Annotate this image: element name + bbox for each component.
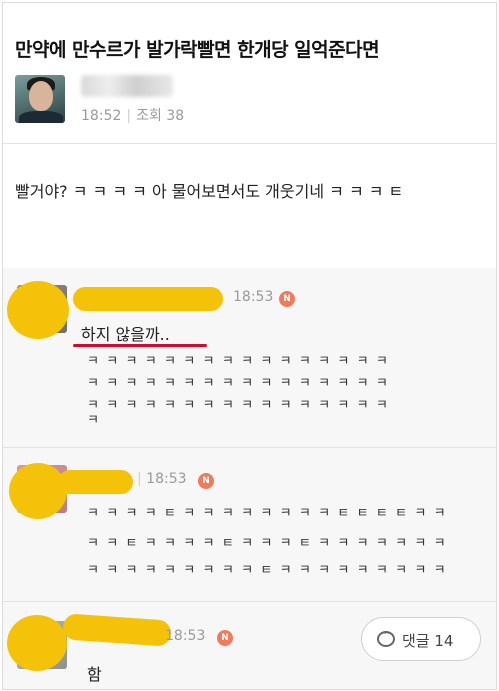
redaction-mark <box>7 281 69 339</box>
comment-bubble-icon <box>377 627 395 647</box>
comment-laugh-line: ㅋㅋㅋㅋㅌㅋㅋㅋㅋㅋㅋㅋㅋㅌㅌㅌㅌㅋㅋ <box>87 506 453 521</box>
post-container: 만약에 만수르가 발가락빨면 한개당 일억준다면 18:52 | 조회 38 빨거야… <box>2 2 497 690</box>
new-badge: N <box>279 291 295 307</box>
comment-laugh-line: ㅋㅋㅋㅋㅋㅋㅋㅋㅋㅌㅋㅋㅋㅋㅋㅋㅋㅋㅋ <box>87 563 453 578</box>
redaction-mark <box>9 463 67 519</box>
comment-laugh-line: ㅋㅋㅋㅋㅋㅋㅋㅋㅋㅋㅋㅋㅋㅋㅋㅋ <box>87 398 396 413</box>
comment-time: 18:53 <box>233 289 274 305</box>
comment-laugh-line: ㅋㅋㅋㅋㅋㅋㅋㅋㅋㅋㅋㅋㅋㅋㅋㅋ <box>87 376 396 391</box>
redaction-mark <box>7 615 67 671</box>
comment-time: | 18:53 <box>137 471 187 487</box>
comment-laugh-line: ㅋ <box>87 413 107 428</box>
comment-laugh-line: ㅋㅋㅋㅋㅋㅋㅋㅋㅋㅋㅋㅋㅋㅋㅋㅋ <box>87 354 396 369</box>
redaction-mark <box>73 287 223 311</box>
comment-count-label: 댓글 14 <box>402 632 454 650</box>
comment-text: 하지 않을까.. <box>81 325 170 344</box>
comment-time: 18:53 <box>165 628 206 644</box>
red-underline <box>73 344 207 347</box>
post-views: 조회 38 <box>136 108 185 124</box>
post-body: 빨거야? ㅋ ㅋ ㅋ ㅋ 아 물어보면서도 개웃기네 ㅋ ㅋ ㅋ ㅌ <box>15 182 404 201</box>
new-badge: N <box>217 630 233 646</box>
comment-text: 함 <box>87 665 102 684</box>
post-time: 18:52 <box>81 108 122 124</box>
divider <box>3 601 496 602</box>
post-meta: 18:52 | 조회 38 <box>81 108 185 124</box>
author-name-blurred[interactable] <box>81 75 173 97</box>
comment-laugh-line: ㅋㅋㅌㅋㅋㅋㅋㅌㅋㅋㅋㅌㅋㅋㅋㅋㅋㅋㅋ <box>87 536 453 551</box>
comment-count-button[interactable]: 댓글 14 <box>361 617 481 661</box>
new-badge: N <box>198 473 214 489</box>
divider <box>3 447 496 448</box>
redaction-mark <box>58 470 133 494</box>
author-avatar[interactable] <box>15 75 65 123</box>
divider <box>3 143 496 144</box>
post-title: 만약에 만수르가 발가락빨면 한개당 일억준다면 <box>15 39 380 61</box>
